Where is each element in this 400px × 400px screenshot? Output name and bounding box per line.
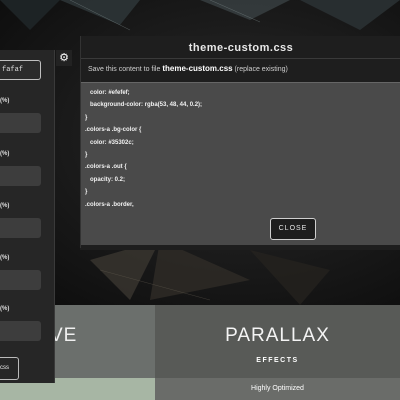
tile-parallax-strip: Highly Optimized: [155, 378, 400, 400]
instruction-filename: theme-custom.css: [162, 64, 233, 73]
tile-parallax-subheading: EFFECTS: [256, 357, 299, 364]
option-label-2: (%): [0, 151, 10, 157]
code-line: background-color: rgba(53, 48, 44, 0.2);: [90, 102, 203, 109]
modal-instruction: Save this content to file theme-custom.c…: [88, 64, 288, 73]
color-value-input[interactable]: fafaf: [0, 60, 41, 80]
option-field-5[interactable]: [0, 321, 41, 341]
tile-parallax-caption: Highly Optimized: [251, 385, 304, 392]
feature-tiles: VE PARALLAX EFFECTS Highly Optimized: [0, 305, 400, 400]
cogs-icon[interactable]: ⚙: [56, 50, 72, 66]
css-export-modal: theme-custom.css Save this content to fi…: [80, 36, 400, 248]
close-button[interactable]: CLOSE: [270, 218, 316, 240]
code-line: }: [85, 152, 88, 159]
css-code-textarea[interactable]: color: #efefef; background-color: rgba(5…: [81, 82, 400, 245]
option-label-1: (%): [0, 98, 10, 104]
instruction-suffix: (replace existing): [234, 66, 288, 73]
code-line: opacity: 0.2;: [90, 176, 126, 183]
option-field-3[interactable]: [0, 218, 41, 238]
code-line: .colors-a .bg-color {: [85, 127, 142, 134]
option-label-5: (%): [0, 306, 10, 312]
code-line: color: #35302c;: [90, 139, 134, 146]
get-css-button[interactable]: css: [0, 357, 19, 380]
customizer-panel: ⚙ fafaf (%) (%) (%) (%) (%) css: [0, 50, 72, 383]
feature-tile-parallax: PARALLAX EFFECTS Highly Optimized: [155, 305, 400, 400]
option-field-2[interactable]: [0, 166, 41, 186]
modal-title: theme-custom.css: [188, 42, 294, 54]
code-line: color: #efefef;: [90, 90, 130, 96]
tile-parallax-heading: PARALLAX: [225, 325, 330, 346]
instruction-prefix: Save this content to file: [88, 66, 161, 73]
option-label-4: (%): [0, 255, 10, 261]
option-label-3: (%): [0, 203, 10, 209]
code-line: }: [85, 189, 88, 196]
option-field-1[interactable]: [0, 113, 41, 133]
modal-divider: [81, 58, 400, 59]
code-line: .colors-a .border,: [85, 201, 134, 208]
option-field-4[interactable]: [0, 270, 41, 290]
code-line: .colors-a .out {: [85, 164, 127, 171]
code-line: }: [85, 114, 88, 121]
